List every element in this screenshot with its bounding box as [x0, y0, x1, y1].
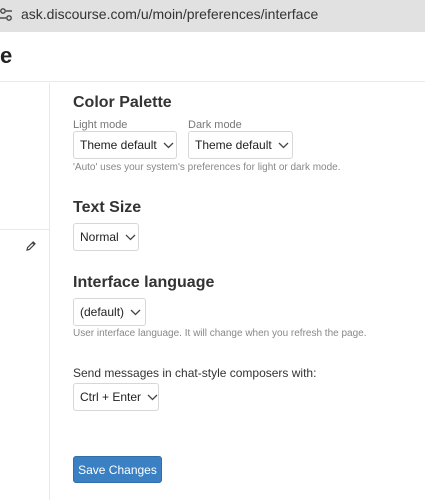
pencil-icon[interactable] — [25, 240, 37, 252]
chevron-down-icon — [130, 309, 141, 315]
interface-language-heading: Interface language — [73, 274, 215, 291]
text-size-heading: Text Size — [73, 199, 142, 216]
page-title: e — [0, 43, 13, 68]
interface-language-description: User interface language. It will change … — [73, 328, 367, 339]
light-mode-label: Light mode — [73, 119, 128, 131]
interface-language-value: (default) — [80, 305, 125, 319]
text-size-value: Normal — [80, 230, 119, 244]
light-mode-select[interactable]: Theme default — [73, 131, 177, 159]
color-palette-heading: Color Palette — [73, 94, 172, 111]
interface-language-select[interactable]: (default) — [73, 298, 146, 326]
light-mode-value: Theme default — [80, 138, 157, 152]
chevron-down-icon — [147, 394, 158, 400]
chat-send-select[interactable]: Ctrl + Enter — [73, 383, 159, 411]
page-header: e — [0, 32, 425, 82]
dark-mode-select[interactable]: Theme default — [188, 131, 293, 159]
dark-mode-label: Dark mode — [188, 119, 242, 131]
chat-send-label: Send messages in chat-style composers wi… — [73, 366, 317, 380]
chevron-down-icon — [163, 142, 174, 148]
sidebar-divider — [49, 83, 50, 500]
chevron-down-icon — [278, 142, 289, 148]
save-changes-button[interactable]: Save Changes — [73, 456, 162, 483]
chat-send-value: Ctrl + Enter — [80, 390, 142, 404]
dark-mode-value: Theme default — [195, 138, 272, 152]
site-settings-icon[interactable] — [0, 6, 12, 24]
sidebar-separator — [0, 229, 49, 230]
color-palette-description: 'Auto' uses your system's preferences fo… — [73, 162, 341, 173]
browser-url-bar[interactable]: ask.discourse.com/u/moin/preferences/int… — [0, 0, 425, 32]
text-size-select[interactable]: Normal — [73, 223, 139, 251]
url-text[interactable]: ask.discourse.com/u/moin/preferences/int… — [21, 6, 318, 22]
chevron-down-icon — [125, 234, 136, 240]
